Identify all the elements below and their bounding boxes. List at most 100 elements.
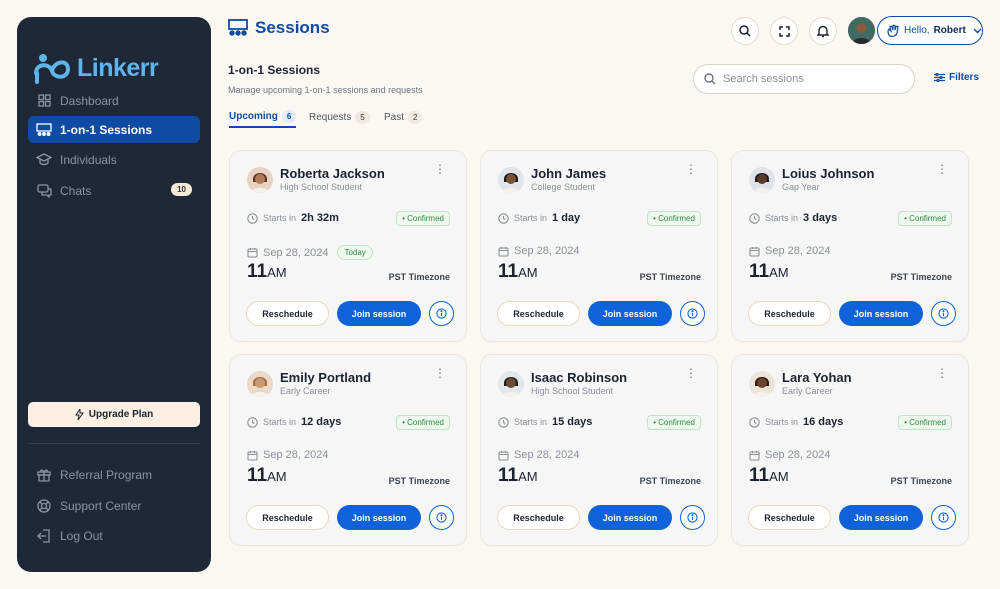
- info-button[interactable]: [429, 301, 454, 326]
- bell-icon: [817, 25, 829, 37]
- user-avatar[interactable]: [848, 17, 875, 44]
- sidebar-item-sessions[interactable]: 1-on-1 Sessions: [28, 116, 200, 143]
- sidebar-item-support[interactable]: Support Center: [28, 492, 200, 519]
- starts-label: Starts in: [263, 417, 297, 427]
- info-button[interactable]: [931, 505, 956, 530]
- more-options-icon[interactable]: ⋮: [685, 163, 697, 175]
- sidebar-item-dashboard[interactable]: Dashboard: [28, 87, 200, 114]
- more-options-icon[interactable]: ⋮: [434, 163, 446, 175]
- starts-in: Starts in 16 days: [749, 416, 843, 428]
- sidebar-item-label: Support Center: [60, 498, 142, 513]
- info-button[interactable]: [680, 505, 705, 530]
- join-session-button[interactable]: Join session: [839, 301, 923, 326]
- today-badge: Today: [337, 245, 373, 260]
- sidebar-item-referral[interactable]: Referral Program: [28, 461, 200, 488]
- starts-in: Starts in 15 days: [498, 416, 592, 428]
- logo-icon: [34, 54, 71, 84]
- info-icon: [687, 308, 698, 319]
- status-badge: • Confirmed: [396, 211, 450, 226]
- info-icon: [436, 512, 447, 523]
- join-session-button[interactable]: Join session: [337, 505, 421, 530]
- filters-button[interactable]: Filters: [934, 72, 979, 83]
- timezone: PST Timezone: [890, 476, 952, 486]
- search-button[interactable]: [731, 17, 759, 45]
- session-card: John James College Student ⋮ Starts in 1…: [480, 150, 718, 342]
- reschedule-button[interactable]: Reschedule: [246, 505, 329, 530]
- gift-icon: [36, 467, 52, 483]
- reschedule-button[interactable]: Reschedule: [748, 301, 831, 326]
- info-button[interactable]: [931, 301, 956, 326]
- session-time: 11AM: [498, 465, 538, 487]
- starts-value: 2h 32m: [301, 212, 339, 224]
- sidebar-item-logout[interactable]: Log Out: [28, 522, 200, 549]
- clock-icon: [498, 212, 509, 224]
- session-time: 11AM: [247, 261, 287, 283]
- user-menu[interactable]: Hello, Robert: [877, 16, 983, 45]
- starts-value: 16 days: [803, 416, 844, 428]
- reschedule-button[interactable]: Reschedule: [748, 505, 831, 530]
- reschedule-button[interactable]: Reschedule: [497, 505, 580, 530]
- more-options-icon[interactable]: ⋮: [936, 367, 948, 379]
- session-date: Sep 28, 2024: [749, 449, 830, 461]
- time-ampm: AM: [518, 265, 538, 280]
- date-text: Sep 28, 2024: [765, 449, 831, 461]
- mentee-role: High School Student: [280, 182, 363, 192]
- search-icon: [704, 73, 716, 85]
- starts-value: 3 days: [803, 212, 838, 224]
- fullscreen-button[interactable]: [770, 17, 798, 45]
- tab-requests[interactable]: Requests 5: [309, 106, 370, 128]
- session-time: 11AM: [749, 261, 789, 283]
- tab-count: 5: [355, 110, 370, 124]
- time-hour: 11: [498, 465, 519, 486]
- session-date: Sep 28, 2024: [498, 245, 579, 257]
- sidebar-item-label: Dashboard: [60, 93, 119, 108]
- session-date: Sep 28, 2024 Today: [247, 245, 373, 260]
- clock-icon: [498, 416, 509, 428]
- user-name: Robert: [933, 25, 966, 36]
- tab-past[interactable]: Past 2: [384, 106, 423, 128]
- join-session-button[interactable]: Join session: [337, 301, 421, 326]
- sidebar-item-individuals[interactable]: Individuals: [28, 146, 200, 173]
- calendar-icon: [749, 246, 760, 257]
- sidebar-divider: [28, 443, 200, 444]
- join-session-button[interactable]: Join session: [588, 301, 672, 326]
- search-input[interactable]: [723, 73, 893, 85]
- status-badge: • Confirmed: [898, 415, 952, 430]
- join-session-button[interactable]: Join session: [839, 505, 923, 530]
- more-options-icon[interactable]: ⋮: [434, 367, 446, 379]
- upgrade-plan-button[interactable]: Upgrade Plan: [28, 402, 200, 427]
- starts-value: 15 days: [552, 416, 593, 428]
- clock-icon: [247, 212, 258, 224]
- chat-icon: [36, 183, 52, 199]
- session-time: 11AM: [749, 465, 789, 487]
- status-badge: • Confirmed: [647, 415, 701, 430]
- timezone: PST Timezone: [639, 272, 701, 282]
- reschedule-button[interactable]: Reschedule: [497, 301, 580, 326]
- timezone: PST Timezone: [639, 476, 701, 486]
- notifications-button[interactable]: [809, 17, 837, 45]
- search-box[interactable]: [693, 64, 915, 94]
- avatar: [247, 371, 273, 397]
- join-session-button[interactable]: Join session: [588, 505, 672, 530]
- tab-upcoming[interactable]: Upcoming 6: [229, 106, 297, 128]
- sidebar-item-chats[interactable]: Chats 10: [28, 177, 200, 204]
- more-options-icon[interactable]: ⋮: [936, 163, 948, 175]
- info-icon: [436, 308, 447, 319]
- time-hour: 11: [749, 261, 770, 282]
- brand-logo[interactable]: Linkerr: [33, 51, 159, 85]
- session-card: Roberta Jackson High School Student ⋮ St…: [229, 150, 467, 342]
- status-text: Confirmed: [407, 214, 444, 223]
- info-button[interactable]: [429, 505, 454, 530]
- sidebar-item-label: Referral Program: [60, 467, 153, 482]
- reschedule-button[interactable]: Reschedule: [246, 301, 329, 326]
- chat-count-badge: 10: [171, 183, 192, 196]
- starts-label: Starts in: [263, 213, 297, 223]
- more-options-icon[interactable]: ⋮: [685, 367, 697, 379]
- starts-value: 12 days: [301, 416, 342, 428]
- starts-label: Starts in: [765, 213, 799, 223]
- starts-in: Starts in 2h 32m: [247, 212, 339, 224]
- timezone: PST Timezone: [890, 272, 952, 282]
- tab-label: Requests: [309, 111, 352, 123]
- info-button[interactable]: [680, 301, 705, 326]
- logout-icon: [36, 528, 52, 544]
